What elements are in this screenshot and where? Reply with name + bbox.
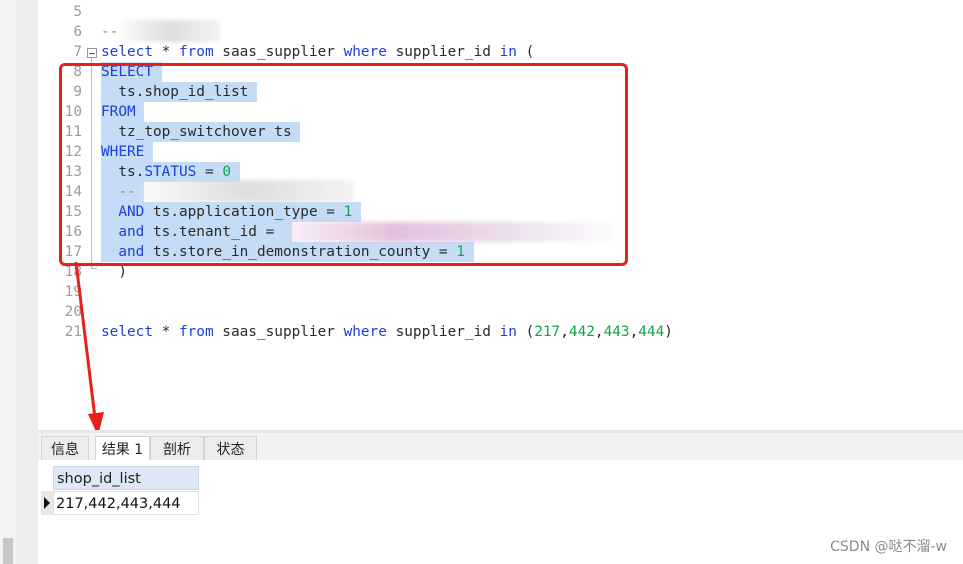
result-cell[interactable]: 217,442,443,444 xyxy=(53,491,199,515)
result-tabs: 信息 结果 1 剖析 状态 xyxy=(38,430,963,464)
tab-status[interactable]: 状态 xyxy=(204,436,257,463)
line-number: 21 xyxy=(64,324,82,340)
scrollbar-thumb[interactable] xyxy=(3,538,13,564)
line-number: 6 xyxy=(73,24,82,40)
current-row-indicator xyxy=(41,491,53,515)
redacted-comment-6 xyxy=(122,20,220,42)
fold-toggle-icon[interactable] xyxy=(87,48,97,58)
code-text: select * from saas_supplier where suppli… xyxy=(101,324,673,340)
line-number: 5 xyxy=(73,4,82,20)
column-header-shop-id-list[interactable]: shop_id_list xyxy=(53,466,199,490)
code-text: -- xyxy=(101,24,119,40)
left-scrollbar[interactable] xyxy=(0,0,17,564)
line-number: 20 xyxy=(64,304,82,320)
tab-profile[interactable]: 剖析 xyxy=(150,436,204,463)
line-number: 7 xyxy=(73,44,82,60)
watermark: CSDN @哒不溜-w xyxy=(830,539,947,555)
code-text: select * from saas_supplier where suppli… xyxy=(101,44,535,60)
fold-guide-end xyxy=(91,268,97,269)
highlight-annotation-box xyxy=(59,63,628,266)
editor-margin xyxy=(16,0,39,564)
result-grid: shop_id_list 217,442,443,444 xyxy=(38,460,963,564)
line-number: 19 xyxy=(64,284,82,300)
tab-info[interactable]: 信息 xyxy=(41,436,89,463)
